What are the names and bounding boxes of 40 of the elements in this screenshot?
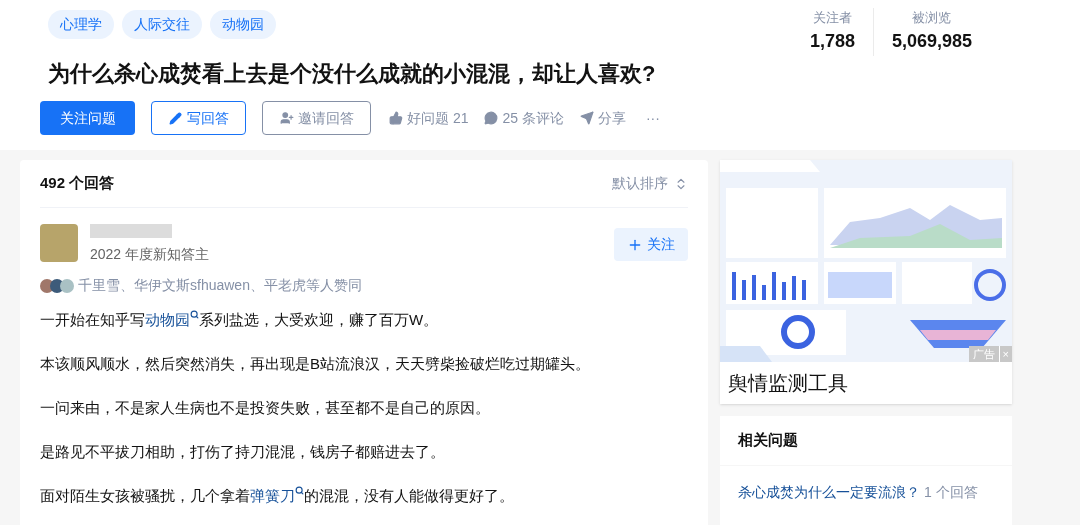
invite-answer-button[interactable]: 邀请回答 [262,101,371,135]
comment-icon [484,111,499,125]
follow-author-button[interactable]: 关注 [614,228,688,261]
write-answer-button[interactable]: 写回答 [151,101,246,135]
follow-question-button[interactable]: 关注问题 [40,101,135,135]
share-button[interactable]: 分享 [579,107,626,129]
answer-count-label: 1 个回答 [924,483,978,502]
search-icon [295,486,304,495]
user-add-icon [279,111,294,125]
answer-paragraph: 一问来由，不是家人生病也不是投资失败，甚至都不是自己的原因。 [40,398,491,418]
upvoter-avatars [40,278,74,293]
stat-value: 5,069,985 [891,29,972,53]
ad-title: 舆情监测工具 [727,371,849,396]
answer-paragraph: 一开始在知乎写动物园 系列盐选，大受欢迎，赚了百万W。 [40,309,440,330]
avatar [40,224,78,262]
pencil-icon [168,111,182,125]
topic-tag[interactable]: 人际交往 [122,10,202,39]
stat-label: 关注者 [812,9,852,27]
keyword-link[interactable]: 弹簧刀 [250,487,304,504]
search-icon [190,310,199,319]
keyword-link[interactable]: 动物园 [145,311,199,328]
good-question-button[interactable]: 好问题 21 [389,107,469,129]
sort-dropdown[interactable]: 默认排序 [612,173,688,194]
question-title: 为什么杀心成焚看上去是个没什么成就的小混混，却让人喜欢? [48,60,657,88]
topic-tag[interactable]: 心理学 [48,10,114,39]
related-question-link[interactable]: 杀心成焚为什么一定要流浪？ [738,482,920,503]
answer-count: 492 个回答 [40,173,115,194]
more-button[interactable]: ··· [645,107,660,129]
thumbs-up-icon [389,111,403,125]
comments-button[interactable]: 25 条评论 [484,107,564,129]
answer-paragraph: 是路见不平拔刀相助，打伤了持刀混混，钱房子都赔进去了。 [40,442,446,462]
answer-paragraph: 本该顺风顺水，然后突然消失，再出现是B站流浪汉，天天劈柴捡破烂吃过期罐头。 [40,354,591,374]
related-heading: 相关问题 [720,416,1012,466]
stat-label: 被浏览 [912,9,952,27]
upvoters-text: 千里雪、华伊文斯sfhuawen、平老虎等人赞同 [78,276,362,295]
share-icon [579,111,594,125]
author-title: 2022 年度新知答主 [90,245,210,264]
stat-value: 1,788 [809,29,855,53]
topic-tag[interactable]: 动物园 [210,10,276,39]
answer-paragraph: 面对陌生女孩被骚扰，几个拿着弹簧刀 的混混，没有人能做得更好了。 [40,485,515,506]
